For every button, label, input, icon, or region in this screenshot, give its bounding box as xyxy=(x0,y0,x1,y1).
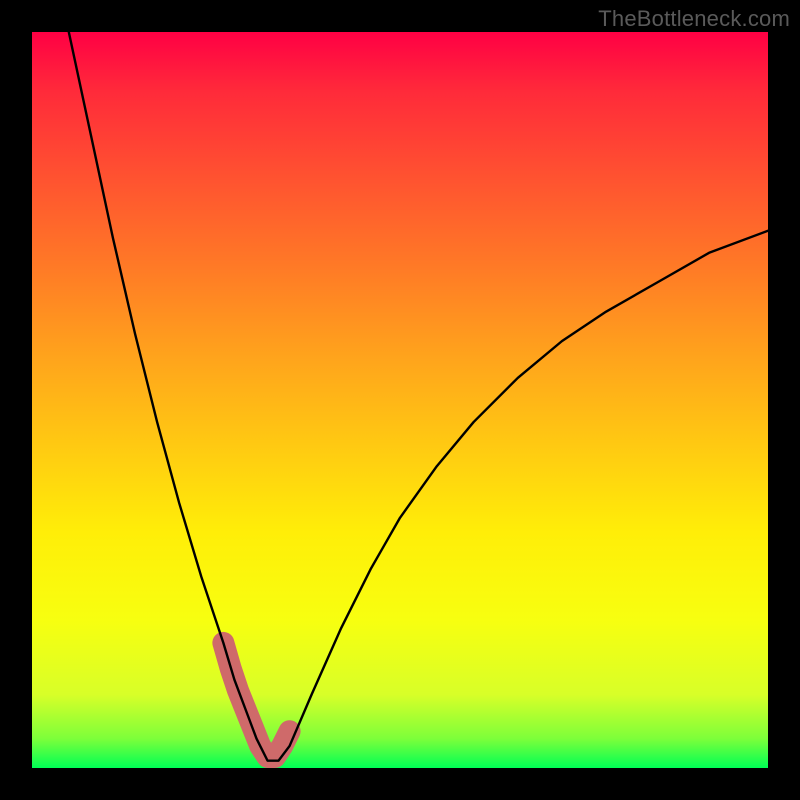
plot-area xyxy=(32,32,768,768)
chart-svg xyxy=(32,32,768,768)
chart-stage: TheBottleneck.com xyxy=(0,0,800,800)
main-curve xyxy=(69,32,768,761)
watermark-label: TheBottleneck.com xyxy=(598,6,790,32)
